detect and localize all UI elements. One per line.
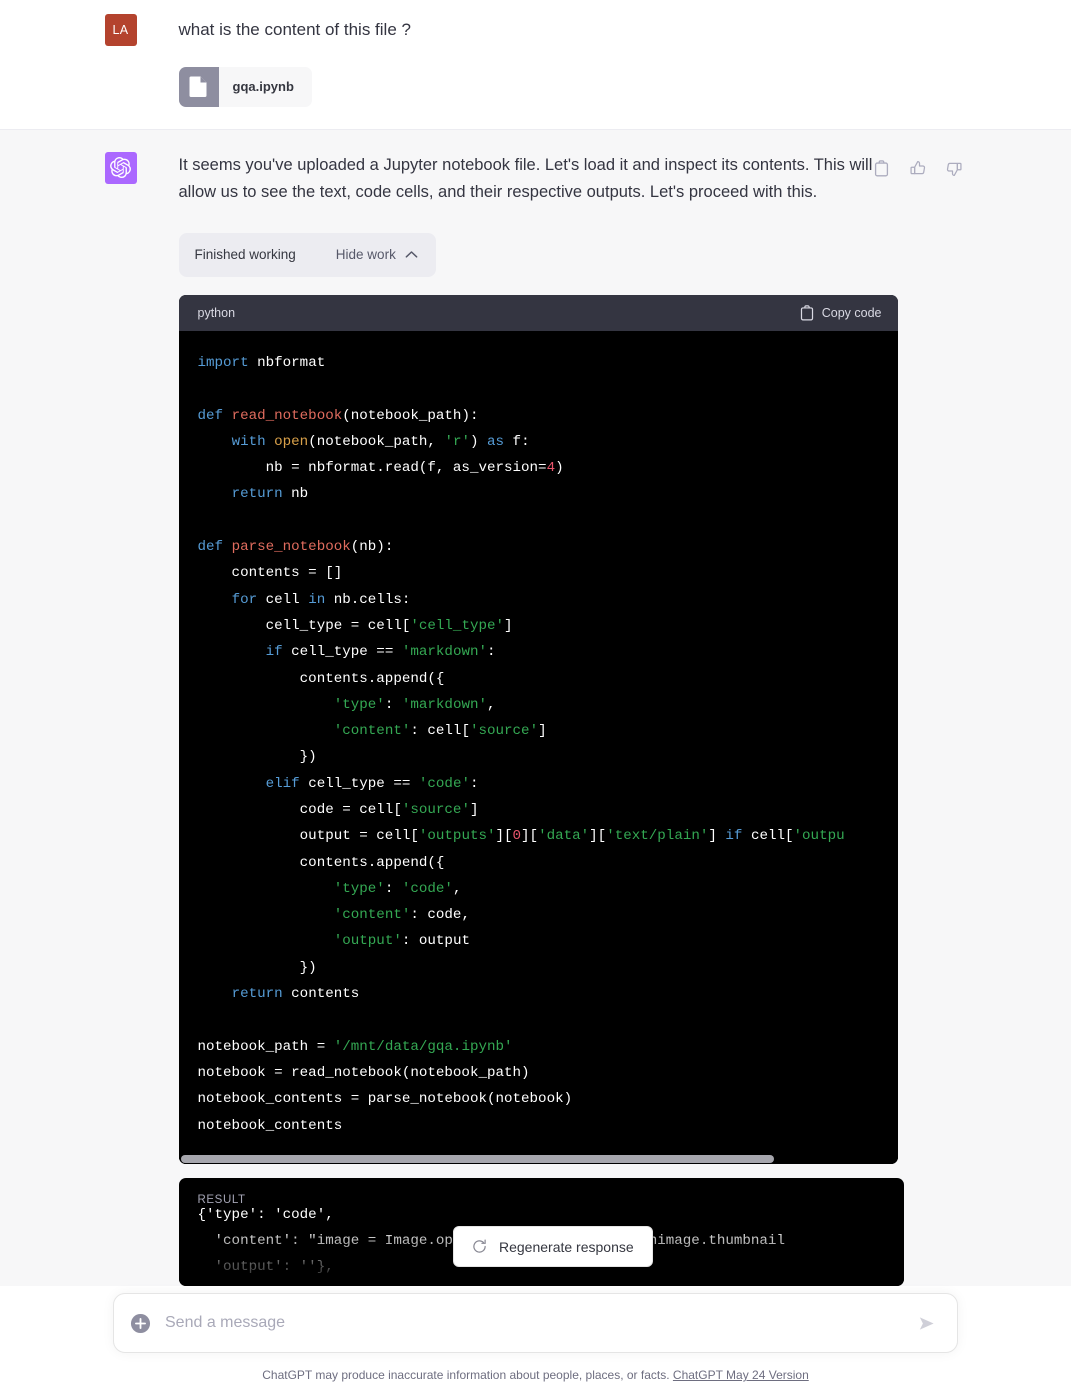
send-arrow-icon[interactable] xyxy=(917,1314,939,1333)
thumbs-up-icon[interactable] xyxy=(905,156,931,182)
openai-logo-icon xyxy=(110,157,131,178)
copy-icon[interactable] xyxy=(869,156,895,182)
composer-area: ChatGPT may produce inaccurate informati… xyxy=(0,1293,1071,1390)
code-horizontal-scrollbar[interactable] xyxy=(178,1154,898,1164)
work-status-label: Finished working xyxy=(194,247,296,263)
thumbs-down-icon[interactable] xyxy=(941,156,967,182)
regenerate-label: Regenerate response xyxy=(499,1238,634,1255)
avatar-initials: LA xyxy=(112,23,129,37)
avatar: LA xyxy=(104,14,137,46)
search-input[interactable] xyxy=(151,1314,917,1332)
hide-work-toggle[interactable]: Hide work xyxy=(336,247,418,262)
footer-disclaimer: ChatGPT may produce inaccurate informati… xyxy=(0,1353,1071,1382)
code-block-body: import nbformat def read_notebook(notebo… xyxy=(178,330,898,1164)
assistant-message-turn: It seems you've uploaded a Jupyter noteb… xyxy=(0,128,1071,1286)
file-attachment-chip[interactable]: gqa.ipynb xyxy=(178,66,312,107)
assistant-message-text: It seems you've uploaded a Jupyter noteb… xyxy=(178,155,873,202)
message-action-buttons xyxy=(869,156,967,182)
version-link[interactable]: ChatGPT May 24 Version xyxy=(673,1368,809,1382)
copy-code-button[interactable]: Copy code xyxy=(800,305,882,321)
chatgpt-conversation-page: LA what is the content of this file ? gq… xyxy=(0,0,1071,1390)
footer-text: ChatGPT may produce inaccurate informati… xyxy=(262,1368,673,1382)
avatar xyxy=(104,151,137,184)
code-block: python Copy code import nbformat def rea… xyxy=(178,294,898,1164)
clipboard-icon xyxy=(800,305,813,321)
code-text: import nbformat def read_notebook(notebo… xyxy=(197,354,845,1134)
scrollbar-thumb[interactable] xyxy=(180,1154,774,1163)
hide-work-label: Hide work xyxy=(335,247,396,263)
code-block-header: python Copy code xyxy=(178,294,898,331)
plus-circle-icon[interactable] xyxy=(130,1313,151,1334)
refresh-icon xyxy=(473,1239,486,1253)
file-icon xyxy=(178,66,219,107)
copy-code-label: Copy code xyxy=(821,305,882,320)
chevron-up-icon xyxy=(405,251,418,259)
user-message-turn: LA what is the content of this file ? gq… xyxy=(0,0,1071,129)
file-attachment-name: gqa.ipynb xyxy=(232,79,294,94)
user-message-text: what is the content of this file ? xyxy=(178,20,411,39)
composer-box[interactable] xyxy=(113,1293,958,1353)
code-language-label: python xyxy=(197,305,236,320)
regenerate-response-button[interactable]: Regenerate response xyxy=(453,1226,653,1267)
finished-working-pill[interactable]: Finished working Hide work xyxy=(178,232,436,277)
